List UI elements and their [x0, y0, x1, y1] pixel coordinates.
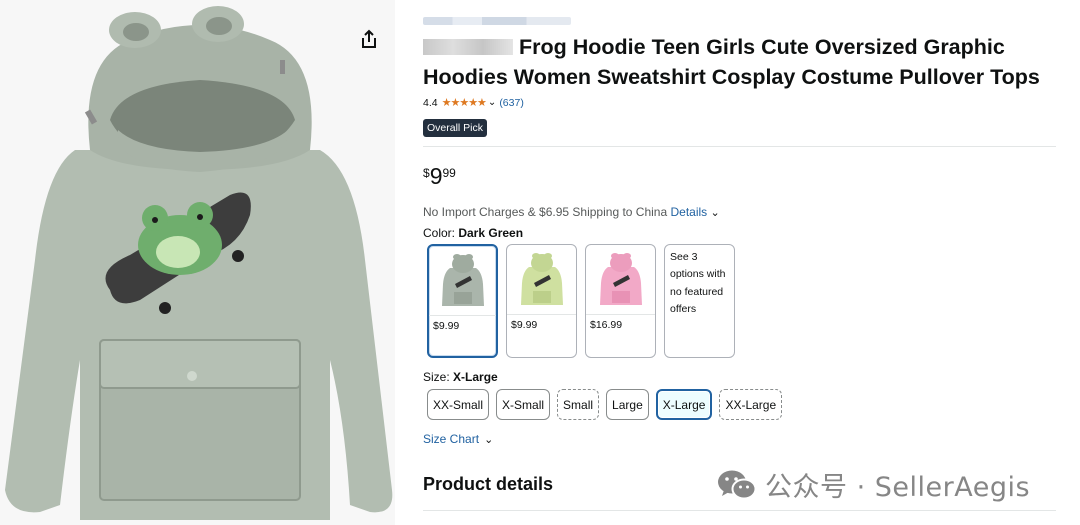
price-whole: 9: [429, 163, 443, 189]
swatch-thumbnail: [520, 253, 563, 305]
color-label: Color: Dark Green: [423, 226, 523, 240]
size-label-text: Size:: [423, 370, 454, 384]
color-swatch-light-green[interactable]: $9.99: [506, 244, 577, 358]
rating-value: 4.4: [423, 96, 438, 109]
shipping-details-link[interactable]: Details: [670, 205, 707, 219]
swatch-price: $9.99: [433, 320, 460, 332]
swatch-separator: [507, 314, 576, 315]
brand-link[interactable]: [423, 17, 571, 25]
watermark: 公众号 · SellerAegis: [717, 465, 1030, 504]
wechat-icon: [718, 470, 757, 499]
product-image-pane[interactable]: [0, 0, 395, 525]
size-option-x-large[interactable]: X-Large: [655, 389, 713, 420]
size-options: XX-Small X-Small Small Large X-Large XX-…: [427, 389, 783, 420]
swatch-thumbnail: [599, 253, 642, 305]
divider: [423, 510, 1056, 511]
rating-row[interactable]: 4.4 ★★★★★ ⌄ (637): [423, 96, 524, 110]
review-count-link[interactable]: (637): [499, 97, 524, 109]
size-selected-value: X-Large: [453, 370, 498, 384]
product-detail-pane: Frog Hoodie Teen Girls Cute Oversized Gr…: [423, 0, 1063, 525]
size-option-x-small[interactable]: X-Small: [496, 389, 551, 420]
color-swatch-dark-green[interactable]: $9.99: [427, 244, 498, 358]
share-icon: [362, 29, 376, 48]
swatch-separator: [586, 314, 655, 315]
color-selected-value: Dark Green: [458, 226, 524, 240]
swatch-separator: [429, 315, 496, 316]
size-option-large[interactable]: Large: [606, 389, 649, 420]
star-rating-icon[interactable]: ★★★★★: [442, 96, 487, 109]
product-title: Frog Hoodie Teen Girls Cute Oversized Gr…: [423, 32, 1043, 92]
chevron-down-icon[interactable]: ⌄: [711, 207, 720, 219]
product-title-text: Frog Hoodie Teen Girls Cute Oversized Gr…: [423, 35, 1040, 89]
share-button[interactable]: [356, 26, 382, 52]
size-label: Size: X-Large: [423, 370, 498, 384]
swatch-price: $16.99: [590, 319, 623, 331]
shipping-info: No Import Charges & $6.95 Shipping to Ch…: [423, 205, 720, 219]
size-option-small[interactable]: Small: [557, 389, 600, 420]
price-symbol: $: [423, 166, 430, 180]
color-swatch-pink[interactable]: $16.99: [585, 244, 656, 358]
overall-pick-badge: Overall Pick: [423, 119, 488, 137]
size-option-xx-large[interactable]: XX-Large: [719, 389, 783, 420]
price: $ 9 99: [423, 163, 456, 189]
swatch-price: $9.99: [511, 319, 538, 331]
brand-blur: [423, 39, 513, 55]
product-details-heading: Product details: [423, 474, 554, 494]
chevron-down-icon: ⌄: [481, 434, 494, 446]
more-options-text: See 3 options with no featured offers: [670, 251, 726, 315]
watermark-text: 公众号 · SellerAegis: [765, 472, 1031, 503]
size-chart-link[interactable]: Size Chart ⌄: [423, 432, 493, 446]
swatch-thumbnail: [441, 254, 484, 306]
size-chart-label: Size Chart: [423, 432, 480, 446]
more-options-swatch[interactable]: See 3 options with no featured offers: [664, 244, 735, 358]
price-fraction: 99: [442, 166, 456, 180]
color-swatches: $9.99 $9.99 $16.99 See 3 options with no…: [427, 244, 735, 358]
size-option-xx-small[interactable]: XX-Small: [427, 389, 490, 420]
color-label-text: Color:: [423, 226, 459, 240]
chevron-down-icon[interactable]: ⌄: [488, 97, 496, 108]
shipping-text: No Import Charges & $6.95 Shipping to Ch…: [423, 205, 671, 219]
product-image[interactable]: [0, 0, 395, 525]
divider: [423, 146, 1056, 147]
